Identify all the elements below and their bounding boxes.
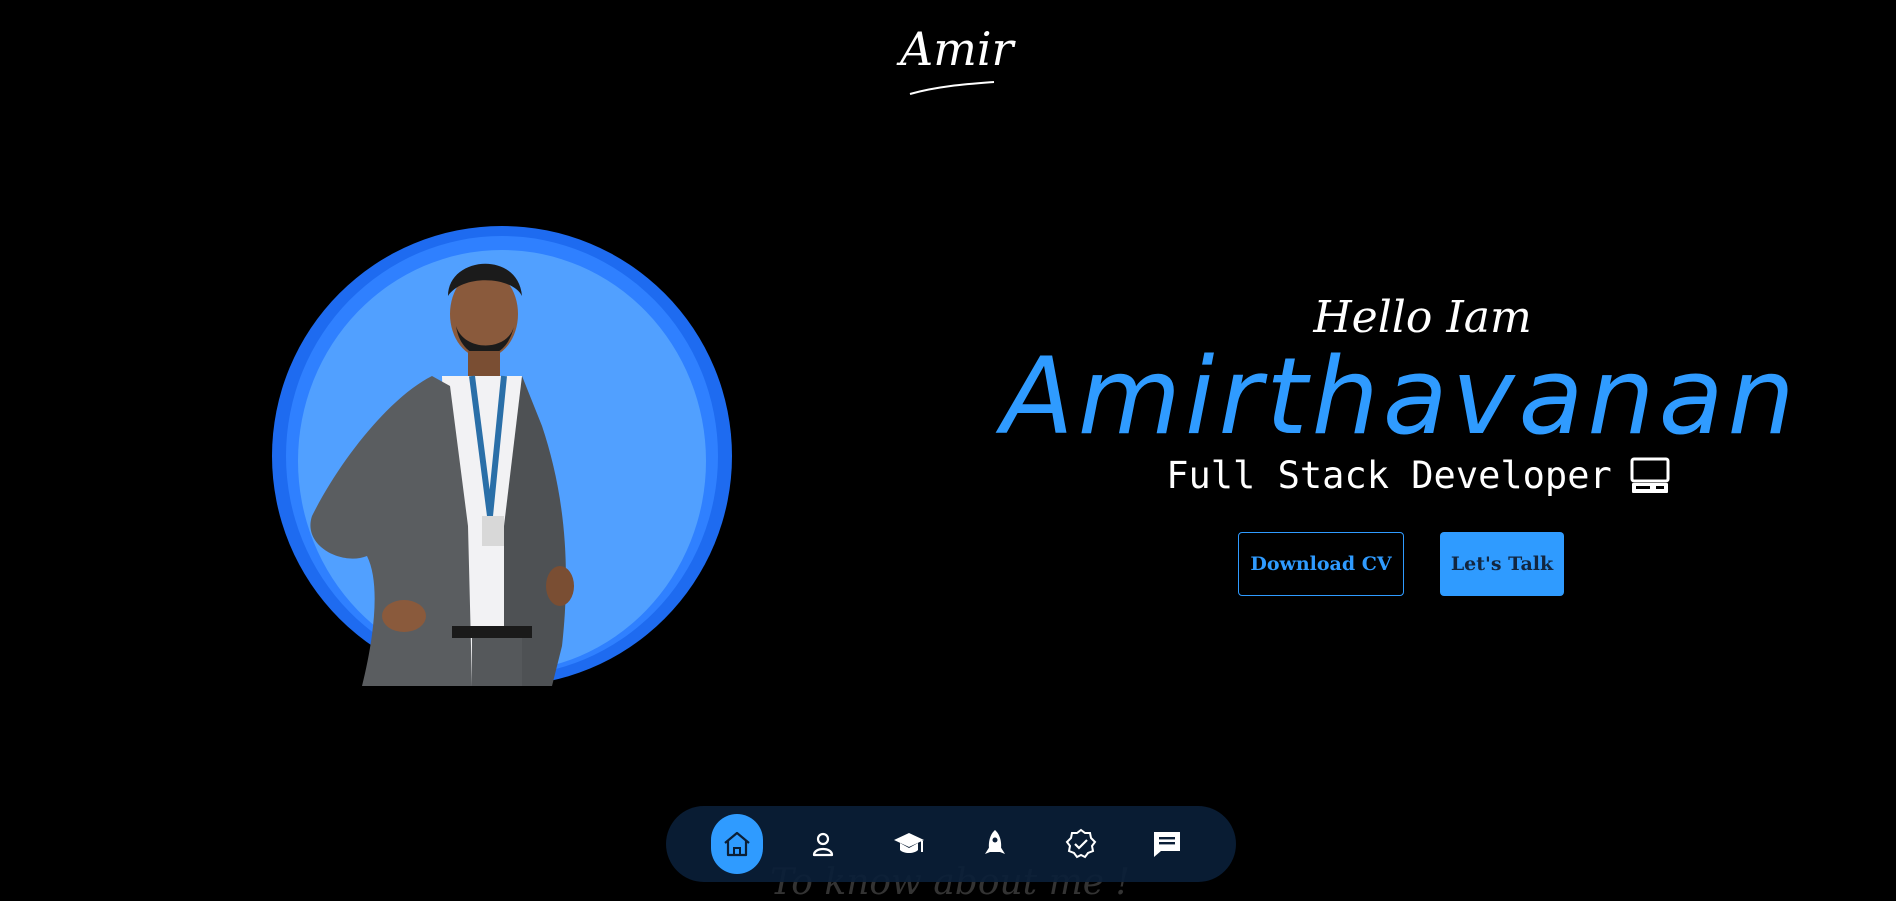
home-icon	[724, 831, 750, 857]
nav-education[interactable]	[883, 814, 935, 874]
rocket-icon	[985, 830, 1005, 854]
nav-skills[interactable]	[1055, 814, 1107, 874]
graduation-cap-icon	[894, 833, 924, 853]
logo-underline-icon	[909, 81, 995, 95]
hero-role-text: Full Stack Developer	[1166, 454, 1612, 497]
hero-name: Amirthavanan	[1001, 335, 1799, 458]
hero-section: Hello Iam Amirthavanan Full Stack Develo…	[1001, 290, 1800, 500]
message-icon	[1154, 832, 1180, 857]
nav-about[interactable]	[797, 814, 849, 874]
site-logo[interactable]: Amir	[900, 22, 1014, 95]
bottom-nav-dock	[666, 806, 1236, 882]
hero-role: Full Stack Developer	[1036, 452, 1800, 500]
nav-home[interactable]	[711, 814, 763, 874]
computer-icon	[1630, 457, 1670, 493]
user-icon	[812, 832, 834, 857]
profile-avatar	[272, 226, 732, 686]
nav-contact[interactable]	[1141, 814, 1193, 874]
hero-actions: Download CV Let's Talk	[1238, 532, 1564, 596]
nav-projects[interactable]	[969, 814, 1021, 874]
logo-text: Amir	[900, 22, 1014, 76]
badge-check-icon	[1065, 828, 1097, 859]
download-cv-button[interactable]: Download CV	[1238, 532, 1404, 596]
lets-talk-button[interactable]: Let's Talk	[1440, 532, 1564, 596]
profile-photo	[310, 263, 574, 686]
